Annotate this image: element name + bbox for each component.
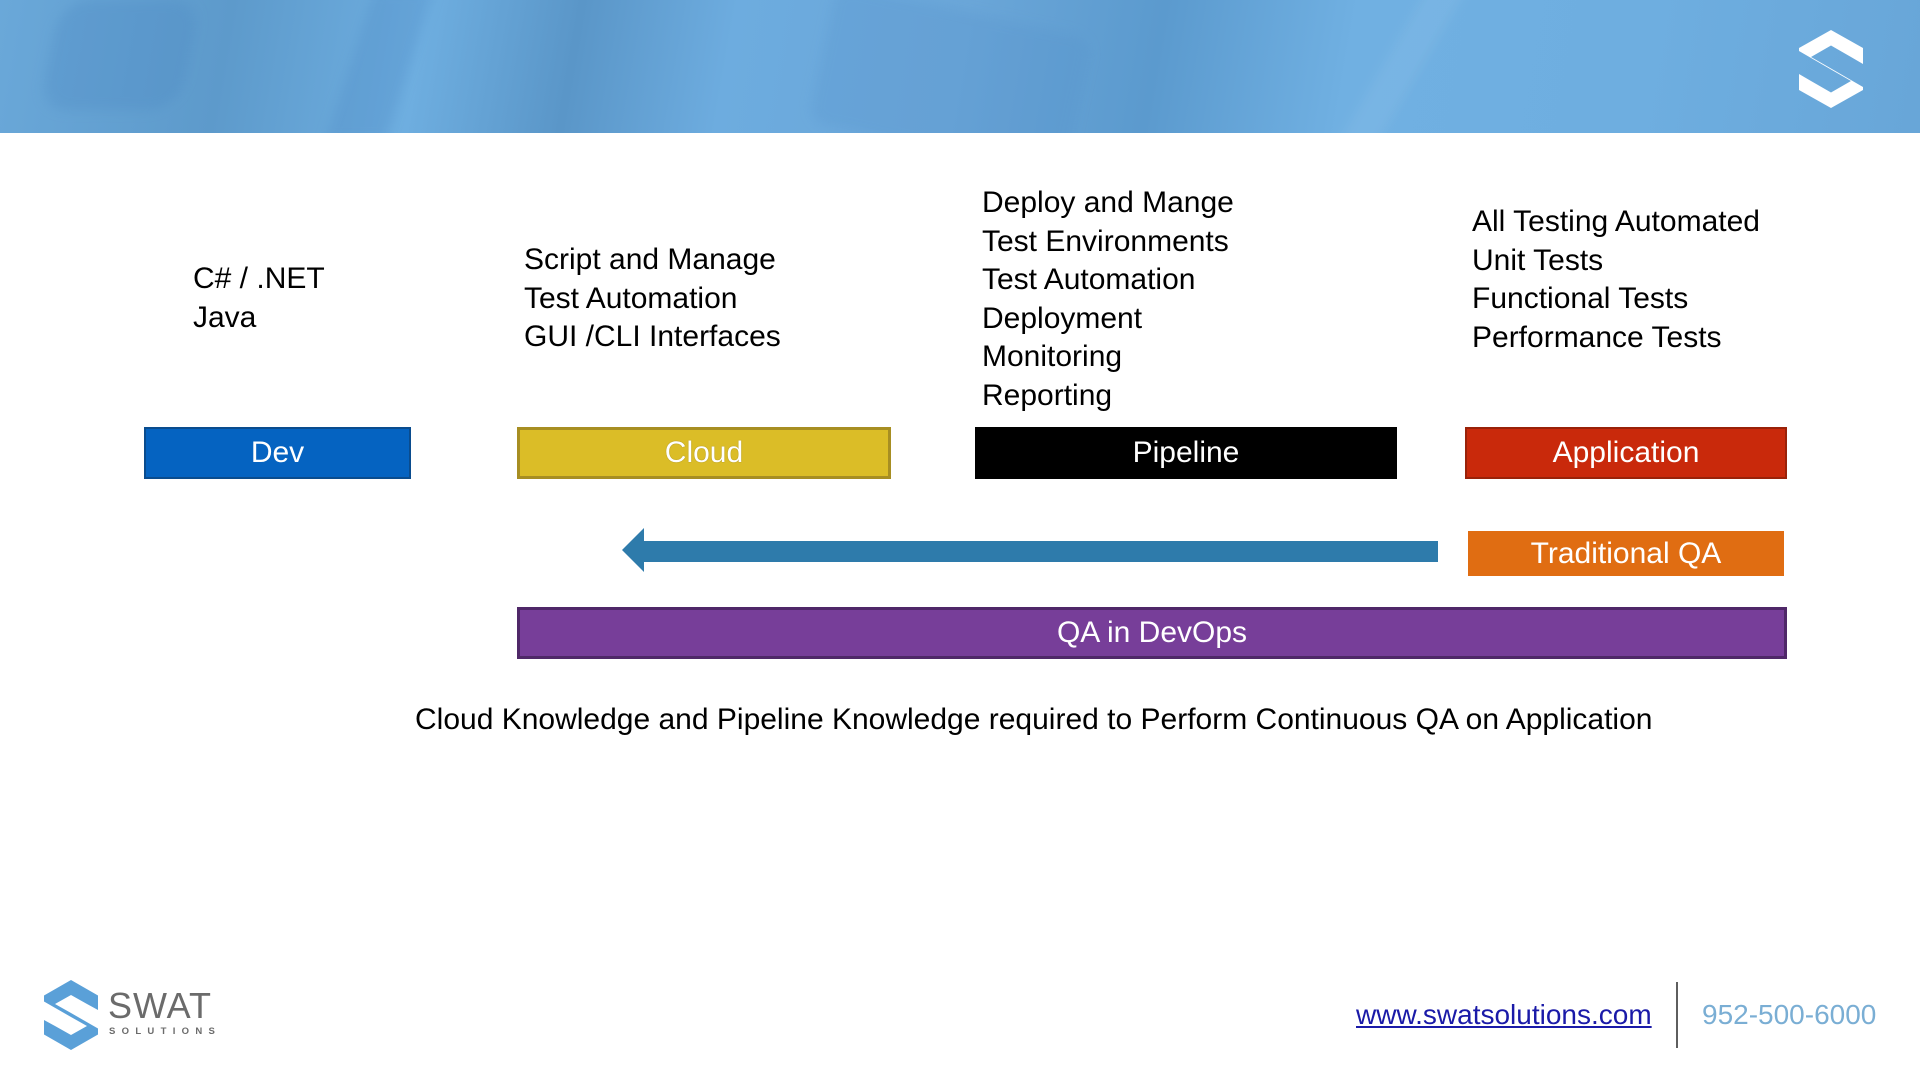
- banner-background-shape: [325, 0, 435, 133]
- pipeline-label: Pipeline: [1132, 436, 1240, 469]
- application-details: All Testing Automated Unit Tests Functio…: [1472, 203, 1760, 357]
- detail-line: Test Automation: [524, 281, 738, 315]
- swat-hexagon-logo-icon: [44, 980, 98, 1050]
- detail-line: Reporting: [982, 378, 1113, 412]
- diagram-caption: Cloud Knowledge and Pipeline Knowledge r…: [415, 703, 1653, 736]
- shift-left-arrow-icon: [622, 528, 1438, 572]
- detail-line: All Testing Automated: [1472, 205, 1760, 238]
- banner-background-shape: [38, 0, 202, 110]
- cloud-box: Cloud: [517, 427, 891, 479]
- banner-background-shape: [1328, 0, 1472, 133]
- qa-in-devops-label: QA in DevOps: [1056, 616, 1248, 649]
- detail-line: Deploy and Mange: [982, 186, 1234, 219]
- detail-line: Script and Manage: [524, 243, 776, 276]
- footer-logo: SWAT SOLUTIONS: [40, 980, 240, 1050]
- cloud-details: Script and Manage Test Automation GUI /C…: [524, 241, 781, 357]
- application-box: Application: [1465, 427, 1787, 479]
- detail-line: Java: [193, 300, 257, 334]
- pipeline-details: Deploy and Mange Test Environments Test …: [982, 184, 1234, 415]
- qa-in-devops-box: QA in DevOps: [517, 607, 1787, 659]
- website-link[interactable]: www.swatsolutions.com: [1356, 999, 1652, 1031]
- header-banner: [0, 0, 1920, 133]
- detail-line: Performance Tests: [1472, 320, 1722, 354]
- footer-divider: [1676, 982, 1678, 1048]
- swat-logo-icon: [1799, 30, 1863, 108]
- detail-line: Unit Tests: [1472, 243, 1604, 277]
- application-label: Application: [1552, 436, 1700, 469]
- pipeline-box: Pipeline: [975, 427, 1397, 479]
- detail-line: GUI /CLI Interfaces: [524, 320, 781, 353]
- cloud-label: Cloud: [664, 436, 744, 469]
- traditional-qa-box: Traditional QA: [1468, 531, 1784, 576]
- dev-box: Dev: [144, 427, 411, 479]
- traditional-qa-label: Traditional QA: [1530, 536, 1722, 570]
- detail-line: Functional Tests: [1472, 282, 1689, 315]
- brand-subtitle: SOLUTIONS: [109, 1026, 222, 1037]
- dev-details: C# / .NET Java: [193, 260, 325, 337]
- detail-line: Test Environments: [982, 224, 1229, 258]
- detail-line: Monitoring: [982, 340, 1123, 373]
- detail-line: Test Automation: [982, 263, 1196, 296]
- detail-line: Deployment: [982, 301, 1143, 335]
- brand-name: SWAT: [108, 985, 212, 1026]
- dev-label: Dev: [250, 436, 305, 469]
- phone-number: 952-500-6000: [1702, 999, 1877, 1030]
- detail-line: C# / .NET: [193, 262, 325, 295]
- banner-background-shape: [808, 0, 1092, 133]
